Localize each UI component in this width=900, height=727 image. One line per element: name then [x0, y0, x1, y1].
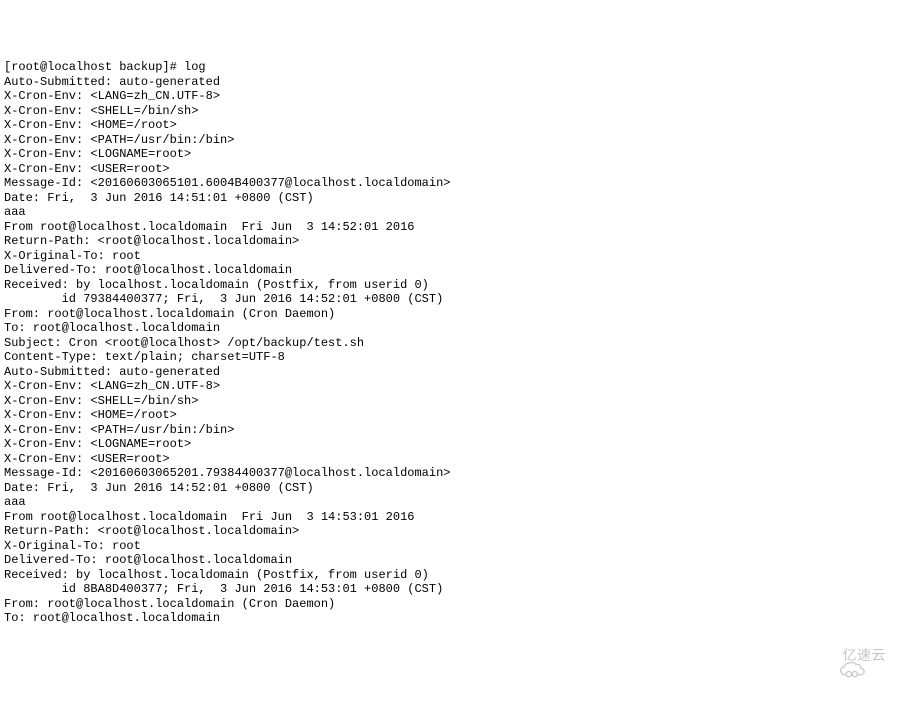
terminal-line: X-Cron-Env: <LANG=zh_CN.UTF-8> — [4, 89, 896, 104]
terminal-line: Return-Path: <root@localhost.localdomain… — [4, 234, 896, 249]
watermark: 亿速云 — [811, 646, 887, 664]
terminal-line: Received: by localhost.localdomain (Post… — [4, 278, 896, 293]
terminal-line: To: root@localhost.localdomain — [4, 321, 896, 336]
terminal-line: X-Original-To: root — [4, 249, 896, 264]
terminal-line: Message-Id: <20160603065101.6004B400377@… — [4, 176, 896, 191]
terminal-line: From: root@localhost.localdomain (Cron D… — [4, 307, 896, 322]
terminal-line: [root@localhost backup]# log — [4, 60, 896, 75]
terminal-line: X-Cron-Env: <HOME=/root> — [4, 118, 896, 133]
terminal-line: id 8BA8D400377; Fri, 3 Jun 2016 14:53:01… — [4, 582, 896, 597]
terminal-line: Date: Fri, 3 Jun 2016 14:51:01 +0800 (CS… — [4, 191, 896, 206]
terminal-line: X-Cron-Env: <LOGNAME=root> — [4, 147, 896, 162]
terminal-line: Delivered-To: root@localhost.localdomain — [4, 553, 896, 568]
terminal-line: X-Cron-Env: <USER=root> — [4, 452, 896, 467]
terminal-line: X-Cron-Env: <LANG=zh_CN.UTF-8> — [4, 379, 896, 394]
terminal-line: Delivered-To: root@localhost.localdomain — [4, 263, 896, 278]
terminal-line: Content-Type: text/plain; charset=UTF-8 — [4, 350, 896, 365]
terminal-line: X-Cron-Env: <LOGNAME=root> — [4, 437, 896, 452]
terminal-line: Received: by localhost.localdomain (Post… — [4, 568, 896, 583]
terminal-line: Return-Path: <root@localhost.localdomain… — [4, 524, 896, 539]
terminal-line: Subject: Cron <root@localhost> /opt/back… — [4, 336, 896, 351]
terminal-line: From: root@localhost.localdomain (Cron D… — [4, 597, 896, 612]
terminal-line: X-Cron-Env: <USER=root> — [4, 162, 896, 177]
terminal-line: aaa — [4, 205, 896, 220]
terminal-line: X-Cron-Env: <HOME=/root> — [4, 408, 896, 423]
terminal-line: Message-Id: <20160603065201.79384400377@… — [4, 466, 896, 481]
terminal-line: Date: Fri, 3 Jun 2016 14:52:01 +0800 (CS… — [4, 481, 896, 496]
terminal-output: [root@localhost backup]# logAuto-Submitt… — [4, 60, 896, 626]
terminal-line: X-Cron-Env: <SHELL=/bin/sh> — [4, 394, 896, 409]
terminal-line: id 79384400377; Fri, 3 Jun 2016 14:52:01… — [4, 292, 896, 307]
cloud-icon — [811, 646, 837, 664]
terminal-line: X-Cron-Env: <PATH=/usr/bin:/bin> — [4, 133, 896, 148]
terminal-line: X-Cron-Env: <PATH=/usr/bin:/bin> — [4, 423, 896, 438]
terminal-line: To: root@localhost.localdomain — [4, 611, 896, 626]
terminal-line: aaa — [4, 495, 896, 510]
terminal-line: Auto-Submitted: auto-generated — [4, 365, 896, 380]
terminal-line: From root@localhost.localdomain Fri Jun … — [4, 220, 896, 235]
terminal-line: Auto-Submitted: auto-generated — [4, 75, 896, 90]
terminal-line: X-Original-To: root — [4, 539, 896, 554]
terminal-line: From root@localhost.localdomain Fri Jun … — [4, 510, 896, 525]
terminal-line: X-Cron-Env: <SHELL=/bin/sh> — [4, 104, 896, 119]
